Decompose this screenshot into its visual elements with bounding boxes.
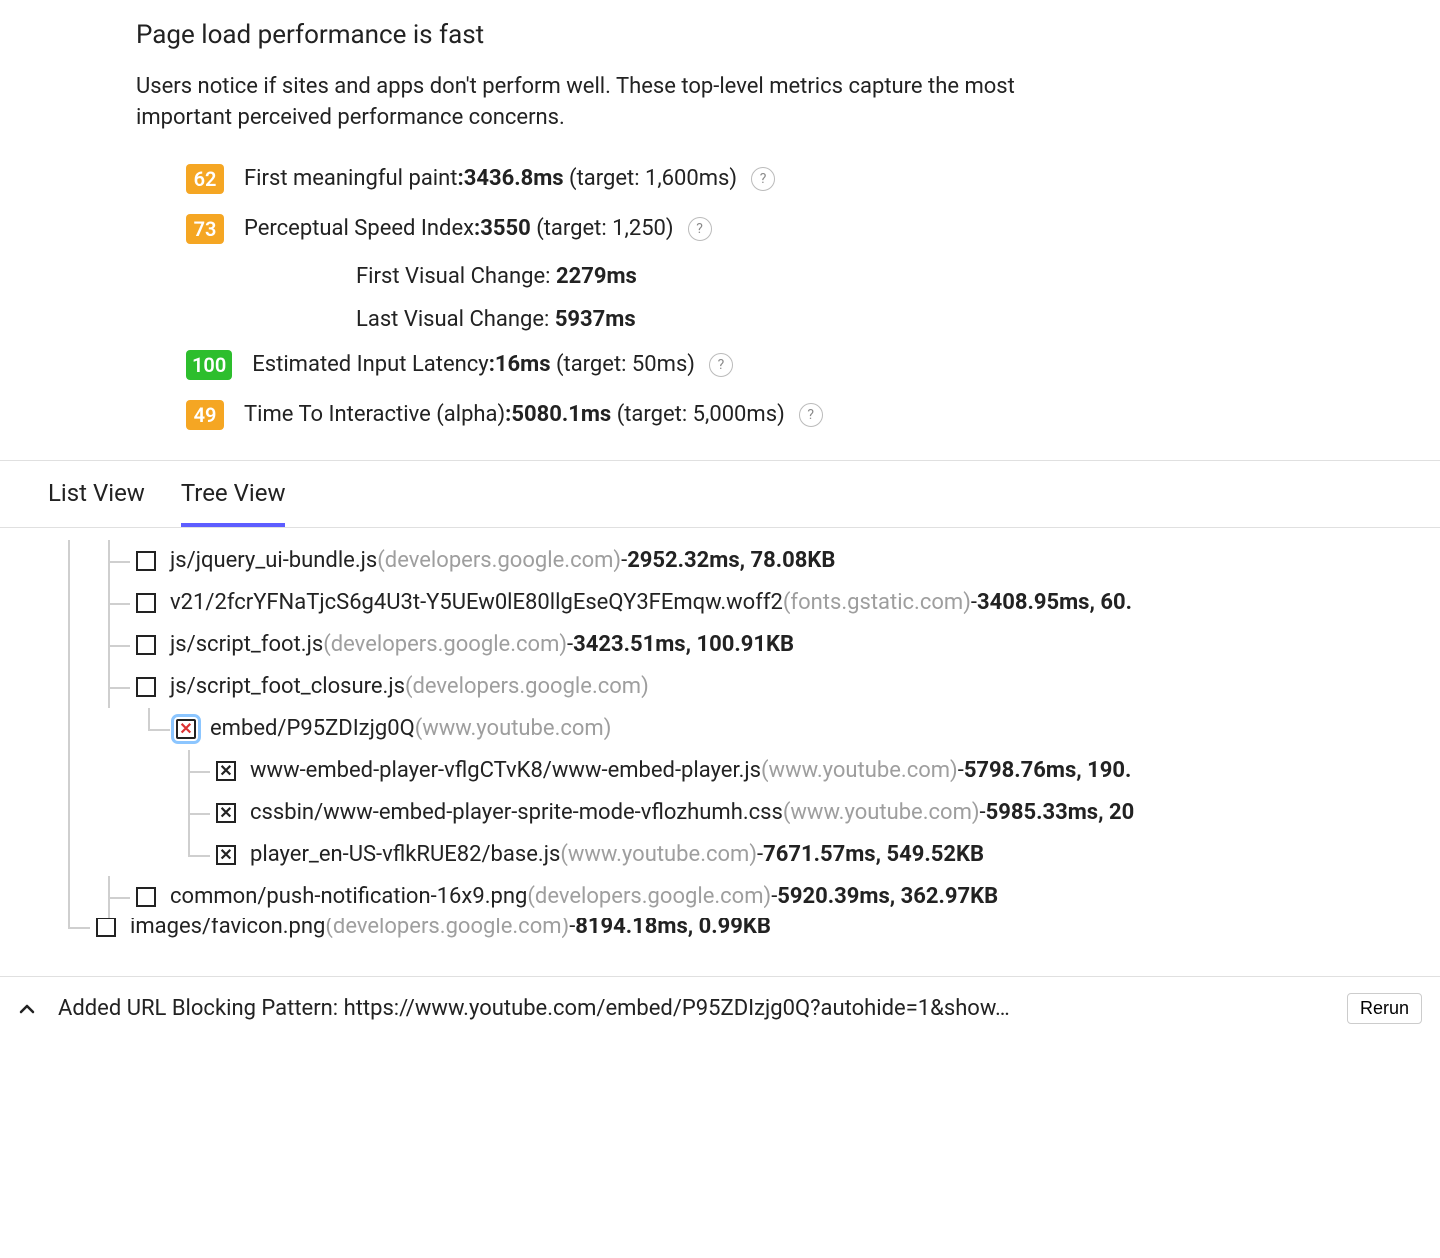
help-icon[interactable]: ?	[688, 217, 712, 241]
resource-path: js/jquery_ui-bundle.js	[170, 548, 377, 573]
resource-stats: 3423.51ms, 100.91KB	[573, 632, 794, 657]
sub-metric: Last Visual Change5937ms	[356, 307, 1440, 332]
tab-tree-view[interactable]: Tree View	[181, 463, 286, 527]
sub-metric: First Visual Change2279ms	[356, 264, 1440, 289]
resource-host: (developers.google.com)	[323, 632, 567, 657]
block-checkbox[interactable]	[136, 677, 156, 697]
tree-row[interactable]: cssbin/www-embed-player-sprite-mode-vflo…	[0, 792, 1440, 834]
resource-path: images/favicon.png	[130, 918, 325, 940]
block-checkbox[interactable]	[136, 635, 156, 655]
help-icon[interactable]: ?	[799, 403, 823, 427]
metric-row: 73Perceptual Speed Index: 3550 (target: …	[186, 214, 1440, 244]
resource-host: (www.youtube.com)	[560, 842, 757, 867]
tree-row[interactable]: common/push-notification-16x9.png (devel…	[0, 876, 1440, 918]
help-icon[interactable]: ?	[709, 353, 733, 377]
resource-stats: 8194.18ms, 0.99KB	[575, 918, 771, 940]
page-description: Users notice if sites and apps don't per…	[136, 72, 1086, 134]
resource-path: js/script_foot.js	[170, 632, 323, 657]
resource-host: (developers.google.com)	[405, 674, 649, 699]
metric-label: Perceptual Speed Index	[244, 216, 474, 241]
metric-target: (target: 1,600ms)	[564, 166, 738, 191]
metric-value: 3550	[480, 216, 531, 241]
score-badge: 49	[186, 400, 224, 430]
metric-target: (target: 1,250)	[531, 216, 674, 241]
sub-metric-value: 2279ms	[556, 264, 637, 289]
metric-target: (target: 50ms)	[551, 352, 695, 377]
sub-metric-label: First Visual Change	[356, 264, 556, 289]
resource-stats: 5798.76ms, 190.	[964, 758, 1132, 783]
resource-path: common/push-notification-16x9.png	[170, 884, 527, 909]
resource-host: (www.youtube.com)	[783, 800, 980, 825]
metric-value: 16ms	[495, 352, 551, 377]
block-checkbox[interactable]	[176, 719, 196, 739]
resource-host: (fonts.gstatic.com)	[783, 590, 971, 615]
score-badge: 73	[186, 214, 224, 244]
rerun-button[interactable]: Rerun	[1347, 993, 1422, 1024]
resource-stats: 7671.57ms, 549.52KB	[763, 842, 984, 867]
tab-list-view[interactable]: List View	[48, 463, 145, 527]
resource-path: v21/2fcrYFNaTjcS6g4U3t-Y5UEw0lE80llgEseQ…	[170, 590, 783, 615]
resource-stats: 3408.95ms, 60.	[977, 590, 1132, 615]
tree-row[interactable]: v21/2fcrYFNaTjcS6g4U3t-Y5UEw0lE80llgEseQ…	[0, 582, 1440, 624]
metric-label: Estimated Input Latency	[252, 352, 488, 377]
resource-host: (developers.google.com)	[527, 884, 771, 909]
metric-label: First meaningful paint	[244, 166, 458, 191]
status-message: Added URL Blocking Pattern: https://www.…	[58, 996, 1339, 1021]
metric-row: 62First meaningful paint: 3436.8ms (targ…	[186, 164, 1440, 194]
page-title: Page load performance is fast	[136, 20, 1440, 50]
tree-row[interactable]: www-embed-player-vflgCTvK8/www-embed-pla…	[0, 750, 1440, 792]
resource-stats: 2952.32ms, 78.08KB	[627, 548, 835, 573]
tree-row[interactable]: embed/P95ZDIzjg0Q (www.youtube.com)	[0, 708, 1440, 750]
block-checkbox[interactable]	[136, 593, 156, 613]
tree-row[interactable]: images/favicon.png (developers.google.co…	[0, 918, 1440, 948]
view-tabs: List View Tree View	[0, 460, 1440, 528]
score-badge: 100	[186, 350, 232, 380]
metric-value: 5080.1ms	[511, 402, 611, 427]
block-checkbox[interactable]	[136, 551, 156, 571]
metric-value: 3436.8ms	[464, 166, 564, 191]
resource-tree: js/jquery_ui-bundle.js (developers.googl…	[0, 528, 1440, 948]
resource-host: (www.youtube.com)	[415, 716, 612, 741]
resource-host: (www.youtube.com)	[761, 758, 958, 783]
resource-path: cssbin/www-embed-player-sprite-mode-vflo…	[250, 800, 783, 825]
block-checkbox[interactable]	[216, 845, 236, 865]
block-checkbox[interactable]	[216, 761, 236, 781]
block-checkbox[interactable]	[136, 887, 156, 907]
resource-stats: 5985.33ms, 20	[986, 800, 1135, 825]
metric-row: 100Estimated Input Latency: 16ms (target…	[186, 350, 1440, 380]
resource-path: embed/P95ZDIzjg0Q	[210, 716, 415, 741]
block-checkbox[interactable]	[216, 803, 236, 823]
block-checkbox[interactable]	[96, 918, 116, 937]
help-icon[interactable]: ?	[751, 167, 775, 191]
resource-path: www-embed-player-vflgCTvK8/www-embed-pla…	[250, 758, 761, 783]
metric-label: Time To Interactive (alpha)	[244, 402, 505, 427]
resource-stats: 5920.39ms, 362.97KB	[777, 884, 998, 909]
metrics-list: 62First meaningful paint: 3436.8ms (targ…	[136, 164, 1440, 430]
tree-row[interactable]: player_en-US-vflkRUE82/base.js (www.yout…	[0, 834, 1440, 876]
resource-path: js/script_foot_closure.js	[170, 674, 405, 699]
resource-path: player_en-US-vflkRUE82/base.js	[250, 842, 560, 867]
resource-host: (developers.google.com)	[377, 548, 621, 573]
sub-metric-value: 5937ms	[555, 307, 636, 332]
tree-row[interactable]: js/script_foot_closure.js (developers.go…	[0, 666, 1440, 708]
metric-row: 49Time To Interactive (alpha): 5080.1ms …	[186, 400, 1440, 430]
resource-host: (developers.google.com)	[325, 918, 569, 940]
sub-metric-label: Last Visual Change	[356, 307, 555, 332]
tree-row[interactable]: js/script_foot.js (developers.google.com…	[0, 624, 1440, 666]
tree-row[interactable]: js/jquery_ui-bundle.js (developers.googl…	[0, 540, 1440, 582]
expand-icon[interactable]	[18, 1000, 36, 1018]
status-bar: Added URL Blocking Pattern: https://www.…	[0, 976, 1440, 1040]
metric-target: (target: 5,000ms)	[611, 402, 785, 427]
score-badge: 62	[186, 164, 224, 194]
